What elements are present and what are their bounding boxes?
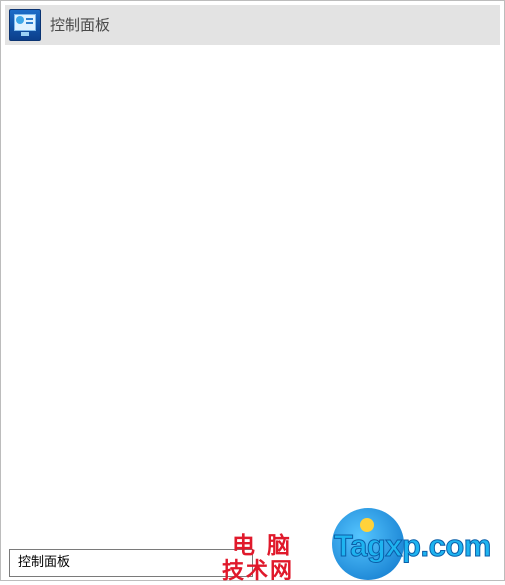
watermark-brand: Tagxp.com [334,528,492,564]
result-item-control-panel[interactable]: 控制面板 [5,5,500,45]
search-input[interactable]: 控制面板 [9,549,253,577]
search-results-window: 控制面板 控制面板 [0,0,505,581]
watermark-logo: 电脑 技术网 Tagxp.com [222,508,505,584]
control-panel-icon [9,9,41,41]
result-title: 控制面板 [50,16,111,34]
watermark-cn-line2: 技术网 [222,559,295,584]
